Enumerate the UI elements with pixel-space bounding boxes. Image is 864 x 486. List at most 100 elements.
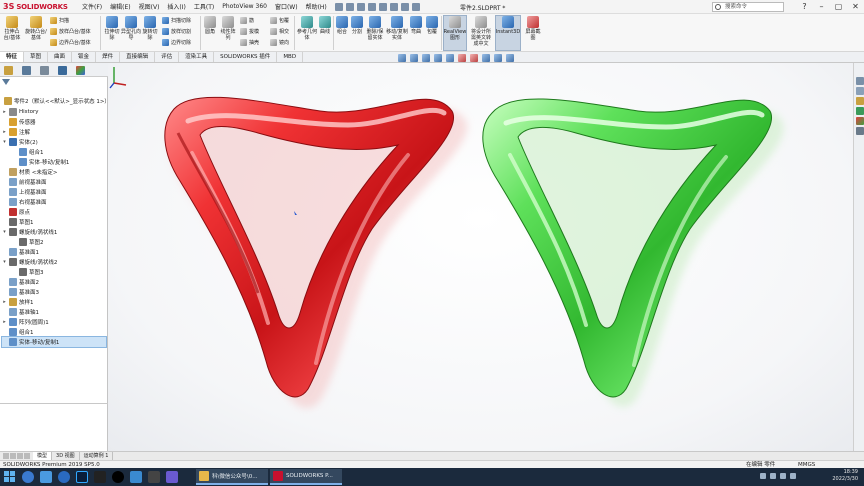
menu-file[interactable]: 文件(F) (78, 2, 106, 11)
taskbar-app-solidworks[interactable]: SOLIDWORKS P... (270, 469, 342, 485)
property-manager-tab-icon[interactable] (22, 66, 31, 75)
app-logo[interactable]: 3S SOLIDWORKS (0, 2, 78, 11)
minimize-button[interactable]: – (813, 0, 830, 14)
tree-item[interactable]: 上视基准面 (2, 187, 47, 197)
tree-item[interactable]: 组合1 (2, 327, 34, 337)
save-icon[interactable] (356, 2, 365, 11)
configuration-tab-icon[interactable] (40, 66, 49, 75)
close-button[interactable]: ✕ (847, 0, 864, 14)
tree-item[interactable]: ▾ 螺旋线/涡状线2 (2, 257, 57, 267)
tree-item[interactable]: 实体-移动/复制1 (1, 336, 107, 348)
tree-item[interactable]: 组合1 (12, 147, 44, 157)
view-orientation-icon[interactable] (446, 54, 454, 62)
realview-button[interactable]: RealView 图形 (443, 15, 467, 51)
custom-properties-icon[interactable] (856, 127, 864, 135)
tab-features[interactable]: 特征 (0, 52, 25, 62)
twisty-icon[interactable]: ▾ (2, 259, 7, 265)
tree-item[interactable]: 基准面1 (2, 247, 39, 257)
game-icon[interactable] (166, 471, 178, 483)
tree-item[interactable]: 基准面3 (2, 287, 39, 297)
tree-item[interactable]: ▾ 螺旋线/涡状线1 (2, 227, 57, 237)
open-icon[interactable] (345, 2, 354, 11)
loft-boss-button[interactable]: 放样凸台/基体 (50, 27, 91, 36)
display-manager-tab-icon[interactable] (76, 66, 85, 75)
tree-item[interactable]: 草图3 (12, 267, 44, 277)
photoshop-icon[interactable] (76, 471, 88, 483)
boundary-boss-button[interactable]: 边界凸台/基体 (50, 38, 91, 47)
tree-item[interactable]: ▾ 实体(2) (2, 137, 38, 147)
last-tab-icon[interactable] (24, 453, 30, 459)
loft-cut-button[interactable]: 放样切割 (162, 27, 191, 36)
undo-icon[interactable] (378, 2, 387, 11)
linear-pattern-button[interactable]: 线性阵列 (219, 16, 237, 41)
sweep-button[interactable]: 扫描 (50, 16, 69, 25)
delete-keep-body-button[interactable]: 删除/保留实体 (365, 16, 385, 41)
menu-view[interactable]: 视图(V) (135, 2, 164, 11)
tree-item[interactable]: ▸ 阵列(圆周)1 (2, 317, 49, 327)
tree-item[interactable]: 草图1 (2, 217, 34, 227)
hide-show-icon[interactable] (470, 54, 478, 62)
twisty-icon[interactable]: ▸ (2, 319, 7, 325)
section-view-icon[interactable] (434, 54, 442, 62)
options-icon[interactable] (411, 2, 420, 11)
screenshot-button[interactable]: 屏幕截图 (524, 16, 542, 41)
photos-icon[interactable] (130, 471, 142, 483)
sweep-cut-button[interactable]: 扫描切除 (162, 16, 191, 25)
twisty-icon[interactable]: ▸ (2, 129, 7, 135)
fillet-button[interactable]: 圆角 (203, 16, 217, 35)
edge-icon[interactable] (58, 471, 70, 483)
appearances-icon[interactable] (856, 117, 864, 125)
rib-button[interactable]: 筋 (240, 16, 254, 25)
tab-direct-editing[interactable]: 直接编辑 (120, 52, 156, 62)
hole-wizard-button[interactable]: 异型孔向导 (121, 16, 141, 41)
combine-button[interactable]: 组合 (335, 16, 349, 35)
filter-icon[interactable] (2, 79, 10, 87)
revolve-boss-button[interactable]: 旋转凸台/基体 (24, 16, 48, 41)
twisty-icon[interactable]: ▾ (2, 139, 7, 145)
tab-sheet-metal[interactable]: 钣金 (72, 52, 97, 62)
twisty-icon[interactable]: ▸ (2, 109, 7, 115)
windows-start-icon[interactable] (4, 471, 16, 483)
menu-edit[interactable]: 编辑(E) (106, 2, 134, 11)
previous-view-icon[interactable] (422, 54, 430, 62)
curves-button[interactable]: 曲线 (318, 16, 332, 35)
tab-mbd[interactable]: MBD (277, 52, 304, 62)
tray-up-icon[interactable] (760, 473, 766, 479)
print-icon[interactable] (367, 2, 376, 11)
revolve-cut-button[interactable]: 旋转切除 (141, 16, 159, 41)
shell-button[interactable]: 抽壳 (240, 38, 259, 47)
tab-addins[interactable]: SOLIDWORKS 插件 (214, 52, 278, 62)
feature-tree-tab-icon[interactable] (4, 66, 13, 75)
tree-item[interactable]: 基准轴1 (2, 307, 39, 317)
design-library-icon[interactable] (856, 87, 864, 95)
zoom-to-fit-icon[interactable] (398, 54, 406, 62)
tab-weldments[interactable]: 焊件 (96, 52, 121, 62)
help-button[interactable]: ? (796, 0, 813, 14)
twisty-icon[interactable]: ▾ (2, 229, 7, 235)
menu-photoview[interactable]: PhotoView 360 (218, 3, 271, 10)
view-palette-icon[interactable] (856, 107, 864, 115)
intersect-button[interactable]: 相交 (270, 27, 289, 36)
draft-button[interactable]: 拔模 (240, 27, 259, 36)
tree-item[interactable]: 材质 <未指定> (2, 167, 57, 177)
tree-item[interactable]: 右视基准面 (2, 197, 47, 207)
tree-item[interactable]: ▸ 放样1 (2, 297, 34, 307)
taskbar-app-explorer[interactable]: 科\微信公众号\0... (196, 469, 268, 485)
next-tab-icon[interactable] (17, 453, 23, 459)
capture-icon[interactable] (94, 471, 106, 483)
move-copy-body-button[interactable]: 移动/复制实体 (386, 16, 408, 41)
volume-icon[interactable] (780, 473, 786, 479)
clock[interactable]: 18:39 2022/3/30 (832, 469, 858, 483)
boundary-cut-button[interactable]: 边界切除 (162, 38, 191, 47)
tree-item[interactable]: ▸ History (2, 107, 39, 117)
extrude-cut-button[interactable]: 拉伸切除 (103, 16, 121, 41)
weather-icon[interactable] (40, 471, 52, 483)
tree-item[interactable]: 前视基准面 (2, 177, 47, 187)
wrap2-button[interactable]: 包覆 (424, 16, 440, 35)
tree-root[interactable]: 零件2（默认<<默认>_显示状态 1>） (2, 96, 110, 106)
zoom-area-icon[interactable] (410, 54, 418, 62)
tab-evaluate[interactable]: 评估 (155, 52, 180, 62)
tool-icon[interactable] (148, 471, 160, 483)
view-settings-icon[interactable] (506, 54, 514, 62)
reference-geometry-button[interactable]: 参考几何体 (297, 16, 317, 41)
